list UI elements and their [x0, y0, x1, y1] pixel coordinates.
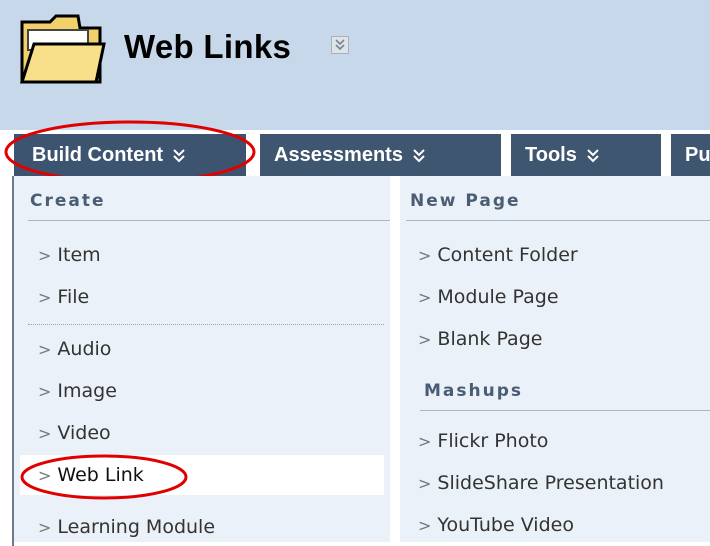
menu-item-learning-module[interactable]: > Learning Module — [38, 516, 215, 538]
menu-item-label: Image — [57, 380, 117, 402]
folder-icon — [19, 14, 106, 84]
page-title: Web Links — [124, 28, 292, 65]
menu-item-label: Content Folder — [437, 244, 578, 266]
menu-item-label: SlideShare Presentation — [437, 472, 664, 494]
menu-item-label: Blank Page — [437, 328, 543, 350]
tab-label: Build Content — [32, 144, 164, 166]
chevron-right-icon: > — [38, 246, 52, 265]
menu-item-label: File — [57, 286, 90, 308]
tab-tools[interactable]: Tools — [511, 134, 661, 176]
tab-label: Pu — [685, 144, 710, 166]
chevron-right-icon: > — [38, 340, 52, 359]
menu-item-slideshare-presentation[interactable]: > SlideShare Presentation — [418, 472, 664, 494]
new-page-heading: New Page — [410, 191, 521, 211]
menu-item-module-page[interactable]: > Module Page — [418, 286, 559, 308]
menu-item-label: Audio — [57, 338, 112, 360]
menu-item-label: Web Link — [57, 464, 144, 486]
chevron-right-icon: > — [418, 246, 432, 265]
tab-publish[interactable]: Pu — [671, 134, 710, 176]
chevron-right-icon: > — [418, 330, 432, 349]
chevron-right-icon: > — [38, 518, 52, 537]
menu-item-file[interactable]: > File — [38, 286, 89, 308]
tab-label: Assessments — [274, 144, 403, 166]
chevron-right-icon: > — [38, 288, 52, 307]
menu-item-label: YouTube Video — [437, 514, 574, 536]
tab-assessments[interactable]: Assessments — [260, 134, 501, 176]
menu-item-flickr-photo[interactable]: > Flickr Photo — [418, 430, 548, 452]
new-page-heading-rule — [406, 220, 710, 221]
menu-divider — [28, 324, 384, 325]
double-chevron-down-icon[interactable] — [331, 36, 349, 54]
menu-item-label: Flickr Photo — [437, 430, 549, 452]
menu-item-video[interactable]: > Video — [38, 422, 111, 444]
menu-item-content-folder[interactable]: > Content Folder — [418, 244, 578, 266]
menu-item-audio[interactable]: > Audio — [38, 338, 111, 360]
create-heading-rule — [28, 220, 390, 221]
menu-item-web-link[interactable]: > Web Link — [38, 464, 144, 486]
chevron-right-icon: > — [418, 288, 432, 307]
menu-item-label: Item — [57, 244, 101, 266]
menu-item-label: Video — [57, 422, 111, 444]
mashups-heading-rule — [420, 410, 710, 411]
double-chevron-down-icon — [587, 149, 599, 163]
chevron-right-icon: > — [38, 382, 52, 401]
chevron-right-icon: > — [418, 432, 432, 451]
page-header — [0, 0, 710, 130]
menu-item-image[interactable]: > Image — [38, 380, 117, 402]
menu-item-label: Learning Module — [57, 516, 216, 538]
chevron-right-icon: > — [418, 474, 432, 493]
tab-label: Tools — [525, 144, 577, 166]
menu-item-label: Module Page — [437, 286, 559, 308]
chevron-right-icon: > — [38, 466, 52, 485]
tab-build-content[interactable]: Build Content — [14, 134, 246, 176]
chevron-right-icon: > — [38, 424, 52, 443]
mashups-heading: Mashups — [424, 381, 523, 401]
chevron-right-icon: > — [418, 516, 432, 535]
menu-item-blank-page[interactable]: > Blank Page — [418, 328, 542, 350]
menu-item-item[interactable]: > Item — [38, 244, 101, 266]
double-chevron-down-icon — [413, 149, 425, 163]
menu-item-youtube-video[interactable]: > YouTube Video — [418, 514, 574, 536]
create-heading: Create — [30, 191, 106, 211]
double-chevron-down-icon — [173, 149, 185, 163]
